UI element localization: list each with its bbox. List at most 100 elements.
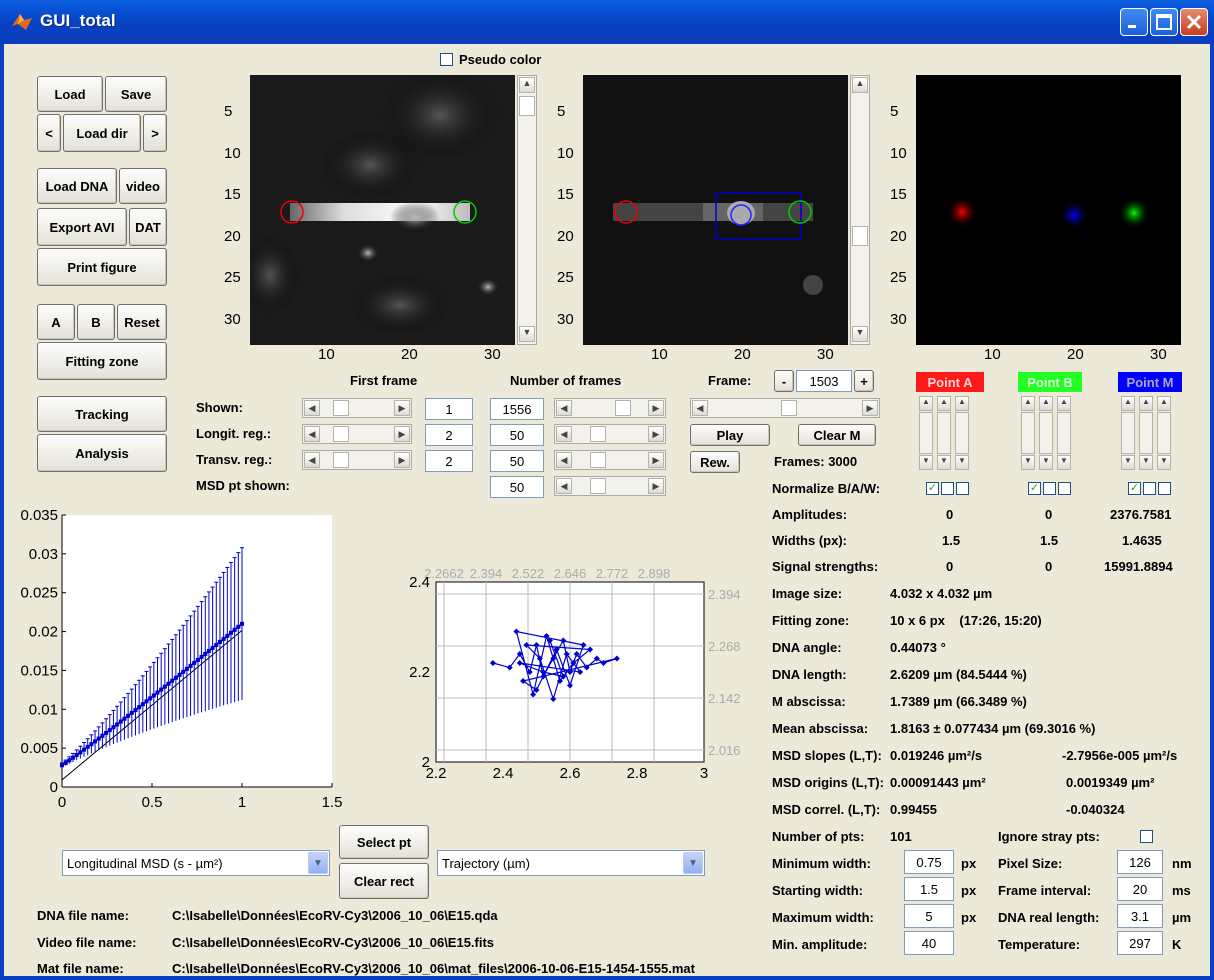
first-frame-input[interactable]: 1 bbox=[425, 398, 473, 420]
slider-right-arrow[interactable]: ▶ bbox=[394, 452, 410, 468]
print-figure-button[interactable]: Print figure bbox=[37, 248, 167, 286]
first-frame-slider[interactable]: ◀ ▶ bbox=[302, 398, 412, 418]
stepper-track[interactable] bbox=[1121, 412, 1135, 454]
stepper-track[interactable] bbox=[1057, 412, 1071, 454]
stepper-down-arrow[interactable]: ▼ bbox=[937, 455, 951, 470]
dna-real-input[interactable]: 3.1 bbox=[1117, 904, 1163, 928]
load-dir-button[interactable]: Load dir bbox=[63, 114, 141, 152]
slider-left-arrow[interactable]: ◀ bbox=[556, 426, 572, 442]
slider-right-arrow[interactable]: ▶ bbox=[394, 400, 410, 416]
min-amp-input[interactable]: 40 bbox=[904, 931, 954, 955]
stepper-up-arrow[interactable]: ▲ bbox=[1121, 396, 1135, 411]
minimize-button[interactable] bbox=[1120, 8, 1148, 36]
stepper-up-arrow[interactable]: ▲ bbox=[955, 396, 969, 411]
stepper-up-arrow[interactable]: ▲ bbox=[1157, 396, 1171, 411]
filtered-image-panel[interactable] bbox=[583, 75, 848, 345]
chevron-down-icon[interactable]: ▼ bbox=[308, 852, 328, 874]
scroll-up-arrow[interactable]: ▲ bbox=[852, 77, 868, 93]
trajectory-chart[interactable]: 2.394 2.268 2.142 2.016 2.2662 2.394 2.522 2.64… bbox=[390, 560, 760, 785]
normalize-checkbox[interactable] bbox=[956, 482, 969, 495]
stepper-down-arrow[interactable]: ▼ bbox=[1139, 455, 1153, 470]
normalize-checkbox[interactable]: ✓ bbox=[1028, 482, 1041, 495]
select-pt-button[interactable]: Select pt bbox=[339, 825, 429, 859]
slider-right-arrow[interactable]: ▶ bbox=[648, 426, 664, 442]
slider-right-arrow[interactable]: ▶ bbox=[648, 452, 664, 468]
stepper-track[interactable] bbox=[1157, 412, 1171, 454]
slider-thumb[interactable] bbox=[781, 400, 797, 416]
raw-image-panel[interactable] bbox=[240, 70, 515, 345]
number-of-frames-slider[interactable]: ◀ ▶ bbox=[554, 424, 666, 444]
max-width-input[interactable]: 5 bbox=[904, 904, 954, 928]
scroll-up-arrow[interactable]: ▲ bbox=[519, 77, 535, 93]
stepper-down-arrow[interactable]: ▼ bbox=[1121, 455, 1135, 470]
tracking-button[interactable]: Tracking bbox=[37, 396, 167, 432]
prev-button[interactable]: < bbox=[37, 114, 61, 152]
number-of-frames-input[interactable]: 1556 bbox=[490, 398, 544, 420]
b-button[interactable]: B bbox=[77, 304, 115, 340]
slider-right-arrow[interactable]: ▶ bbox=[394, 426, 410, 442]
min-width-input[interactable]: 0.75 bbox=[904, 850, 954, 874]
slider-right-arrow[interactable]: ▶ bbox=[862, 400, 878, 416]
temperature-input[interactable]: 297 bbox=[1117, 931, 1163, 955]
filtered-image-scrollbar[interactable]: ▲ ▼ bbox=[850, 75, 870, 345]
stepper-track[interactable] bbox=[1139, 412, 1153, 454]
frame-plus-button[interactable]: + bbox=[854, 370, 874, 392]
fit-image-panel[interactable] bbox=[916, 75, 1181, 345]
slider-thumb[interactable] bbox=[590, 452, 606, 468]
slider-thumb[interactable] bbox=[333, 426, 349, 442]
frame-slider[interactable]: ◀ ▶ bbox=[690, 398, 880, 418]
stepper-track[interactable] bbox=[1039, 412, 1053, 454]
stepper-track[interactable] bbox=[919, 412, 933, 454]
stepper-up-arrow[interactable]: ▲ bbox=[1021, 396, 1035, 411]
stepper-up-arrow[interactable]: ▲ bbox=[1139, 396, 1153, 411]
stepper-up-arrow[interactable]: ▲ bbox=[937, 396, 951, 411]
number-of-frames-slider[interactable]: ◀ ▶ bbox=[554, 476, 666, 496]
raw-image-scrollbar[interactable]: ▲ ▼ bbox=[517, 75, 537, 345]
rew-button[interactable]: Rew. bbox=[690, 451, 740, 473]
a-button[interactable]: A bbox=[37, 304, 75, 340]
play-button[interactable]: Play bbox=[690, 424, 770, 446]
normalize-checkbox[interactable] bbox=[1058, 482, 1071, 495]
pseudo-color-checkbox[interactable] bbox=[440, 53, 453, 66]
ignore-stray-checkbox[interactable] bbox=[1140, 830, 1153, 843]
stepper-down-arrow[interactable]: ▼ bbox=[1021, 455, 1035, 470]
slider-left-arrow[interactable]: ◀ bbox=[304, 400, 320, 416]
stepper-down-arrow[interactable]: ▼ bbox=[919, 455, 933, 470]
normalize-checkbox[interactable] bbox=[1143, 482, 1156, 495]
analysis-button[interactable]: Analysis bbox=[37, 434, 167, 472]
slider-left-arrow[interactable]: ◀ bbox=[556, 400, 572, 416]
number-of-frames-input[interactable]: 50 bbox=[490, 424, 544, 446]
stepper-up-arrow[interactable]: ▲ bbox=[1057, 396, 1071, 411]
save-button[interactable]: Save bbox=[105, 76, 167, 112]
maximize-button[interactable] bbox=[1150, 8, 1178, 36]
slider-right-arrow[interactable]: ▶ bbox=[648, 478, 664, 494]
slider-left-arrow[interactable]: ◀ bbox=[556, 478, 572, 494]
first-frame-slider[interactable]: ◀ ▶ bbox=[302, 424, 412, 444]
slider-thumb[interactable] bbox=[615, 400, 631, 416]
slider-thumb[interactable] bbox=[590, 426, 606, 442]
stepper-down-arrow[interactable]: ▼ bbox=[955, 455, 969, 470]
slider-thumb[interactable] bbox=[590, 478, 606, 494]
load-button[interactable]: Load bbox=[37, 76, 103, 112]
slider-right-arrow[interactable]: ▶ bbox=[648, 400, 664, 416]
left-plot-select[interactable]: Longitudinal MSD (s - µm²) ▼ bbox=[62, 850, 330, 876]
slider-thumb[interactable] bbox=[333, 400, 349, 416]
chevron-down-icon[interactable]: ▼ bbox=[683, 852, 703, 874]
pixel-size-input[interactable]: 126 bbox=[1117, 850, 1163, 874]
scroll-down-arrow[interactable]: ▼ bbox=[519, 326, 535, 342]
stepper-up-arrow[interactable]: ▲ bbox=[1039, 396, 1053, 411]
slider-left-arrow[interactable]: ◀ bbox=[304, 452, 320, 468]
slider-thumb[interactable] bbox=[333, 452, 349, 468]
number-of-frames-input[interactable]: 50 bbox=[490, 450, 544, 472]
stepper-down-arrow[interactable]: ▼ bbox=[1039, 455, 1053, 470]
reset-button[interactable]: Reset bbox=[117, 304, 167, 340]
slider-left-arrow[interactable]: ◀ bbox=[304, 426, 320, 442]
first-frame-input[interactable]: 2 bbox=[425, 450, 473, 472]
number-of-frames-input[interactable]: 50 bbox=[490, 476, 544, 498]
normalize-checkbox[interactable]: ✓ bbox=[926, 482, 939, 495]
clear-rect-button[interactable]: Clear rect bbox=[339, 863, 429, 899]
right-plot-select[interactable]: Trajectory (µm) ▼ bbox=[437, 850, 705, 876]
slider-left-arrow[interactable]: ◀ bbox=[692, 400, 708, 416]
clear-m-button[interactable]: Clear M bbox=[798, 424, 876, 446]
slider-left-arrow[interactable]: ◀ bbox=[556, 452, 572, 468]
